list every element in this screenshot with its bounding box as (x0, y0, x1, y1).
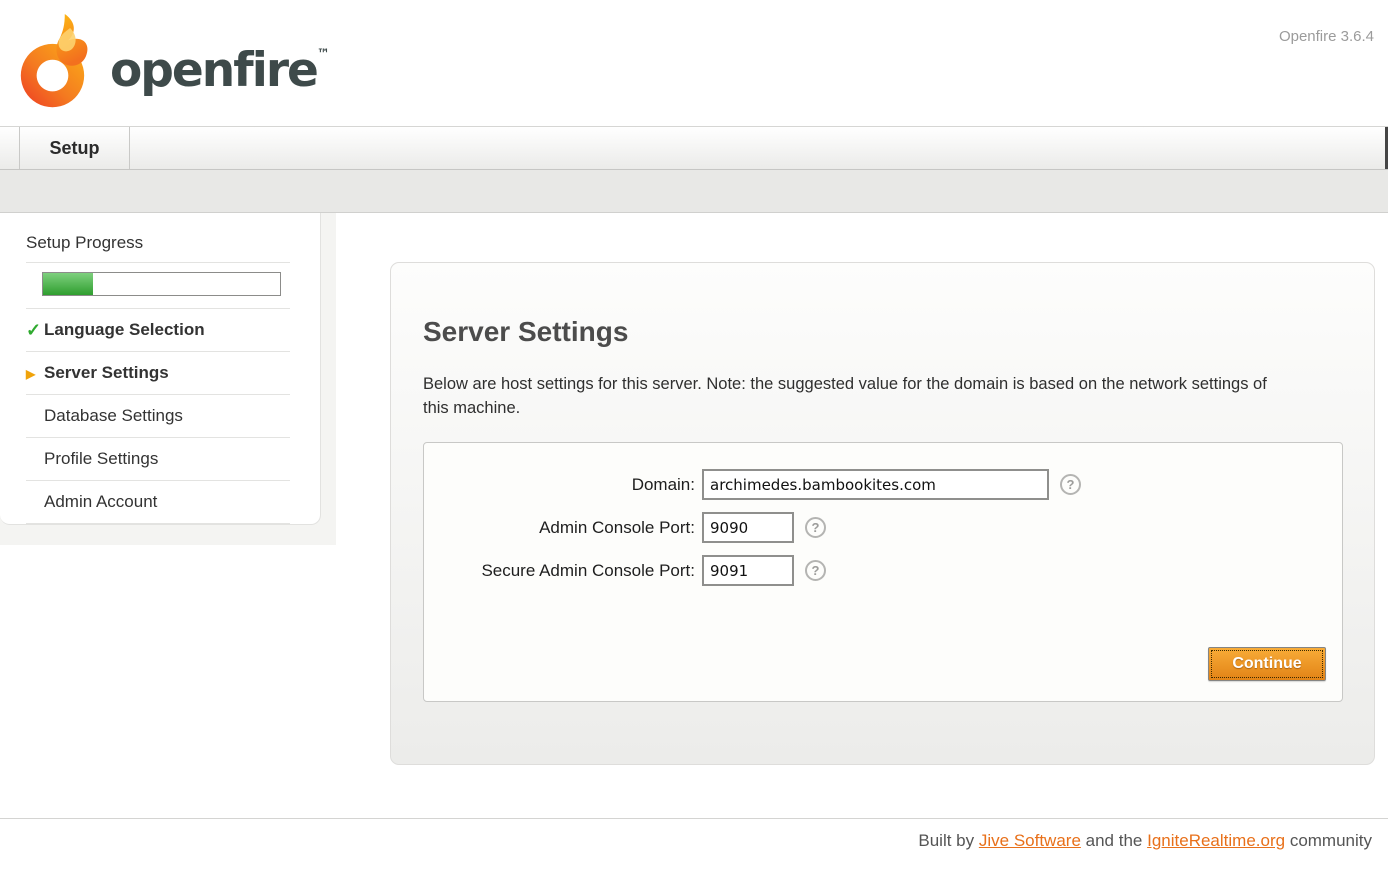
content-area: Setup Progress ✓ Language Selection ▶ Se… (0, 213, 1388, 876)
tab-bar: Setup (0, 126, 1388, 170)
flame-icon (12, 9, 100, 121)
arrow-right-icon: ▶ (26, 367, 35, 381)
step-profile-settings: Profile Settings (26, 438, 290, 481)
progress-bar (26, 263, 290, 309)
footer-text: Built by (918, 831, 974, 850)
setup-steps-list: ✓ Language Selection ▶ Server Settings D… (26, 309, 290, 524)
continue-button[interactable]: Continue (1208, 647, 1326, 681)
brand-wordmark: openfire™ (110, 43, 330, 98)
igniterealtime-link[interactable]: IgniteRealtime.org (1147, 831, 1285, 850)
footer-credits: Built by Jive Software and the IgniteRea… (918, 831, 1372, 851)
admin-console-port-input[interactable] (702, 512, 794, 543)
domain-input[interactable] (702, 469, 1049, 500)
page-description: Below are host settings for this server.… (423, 372, 1291, 420)
setup-progress-panel: Setup Progress ✓ Language Selection ▶ Se… (0, 213, 321, 525)
form-row-admin-port: Admin Console Port: ? (424, 512, 1342, 543)
openfire-logo: openfire™ (12, 6, 412, 124)
step-label: Server Settings (44, 363, 169, 382)
trademark-symbol: ™ (317, 47, 330, 62)
sub-nav-bar (0, 170, 1388, 213)
help-icon[interactable]: ? (805, 560, 826, 581)
server-settings-form: Domain: ? Admin Console Port: ? Secure A… (423, 442, 1343, 702)
domain-label: Domain: (424, 475, 702, 495)
progress-track (42, 272, 281, 296)
header: openfire™ Openfire 3.6.4 (0, 0, 1388, 126)
footer-divider (0, 818, 1388, 819)
form-row-domain: Domain: ? (424, 469, 1342, 500)
setup-progress-title: Setup Progress (26, 233, 290, 263)
jive-software-link[interactable]: Jive Software (979, 831, 1081, 850)
footer-text: community (1290, 831, 1372, 850)
step-database-settings: Database Settings (26, 395, 290, 438)
progress-fill (43, 273, 93, 295)
step-label: Profile Settings (44, 449, 158, 468)
step-admin-account: Admin Account (26, 481, 290, 524)
step-server-settings: ▶ Server Settings (26, 352, 290, 395)
check-icon: ✓ (26, 320, 41, 341)
footer-text: and the (1086, 831, 1143, 850)
secure-admin-console-port-input[interactable] (702, 555, 794, 586)
step-label: Admin Account (44, 492, 157, 511)
secure-admin-console-port-label: Secure Admin Console Port: (424, 561, 702, 581)
help-icon[interactable]: ? (805, 517, 826, 538)
step-language-selection: ✓ Language Selection (26, 309, 290, 352)
help-icon[interactable]: ? (1060, 474, 1081, 495)
step-label: Language Selection (44, 320, 205, 339)
version-label: Openfire 3.6.4 (1279, 28, 1374, 45)
form-row-secure-port: Secure Admin Console Port: ? (424, 555, 1342, 586)
admin-console-port-label: Admin Console Port: (424, 518, 702, 538)
step-label: Database Settings (44, 406, 183, 425)
page-title: Server Settings (423, 316, 1342, 348)
server-settings-panel: Server Settings Below are host settings … (390, 262, 1375, 765)
tab-setup[interactable]: Setup (19, 127, 130, 169)
